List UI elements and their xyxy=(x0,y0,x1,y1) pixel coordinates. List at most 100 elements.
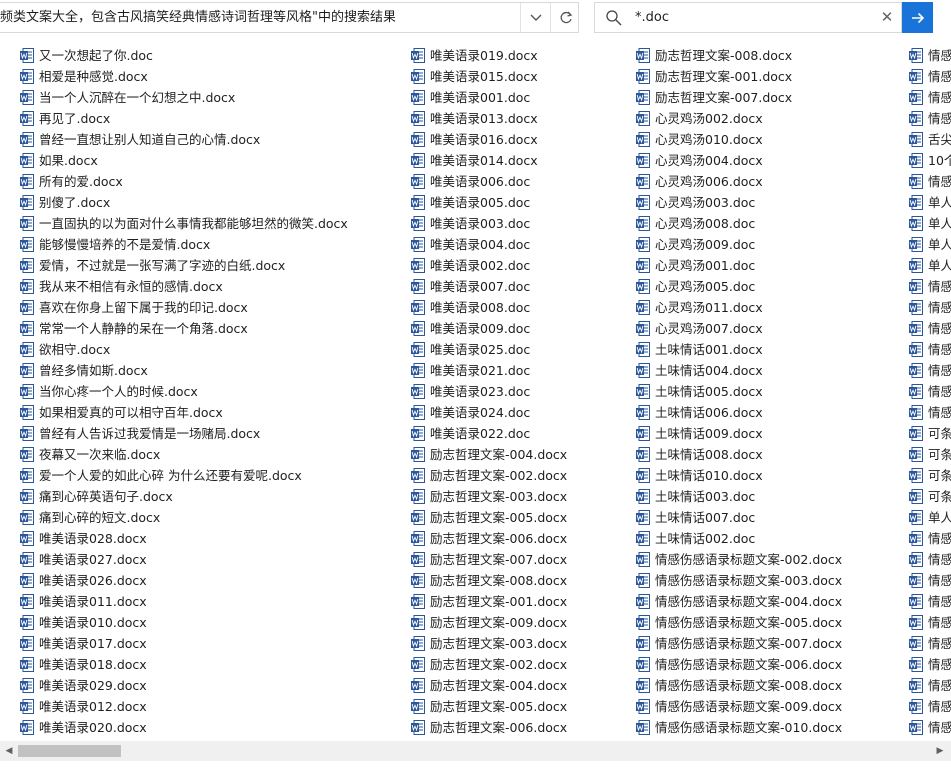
file-item[interactable]: 情感伤感语录标题文案-007.docx xyxy=(636,633,842,654)
file-item[interactable]: 土味情话006.docx xyxy=(636,402,842,423)
search-box[interactable]: ✕ xyxy=(594,2,902,33)
file-item[interactable]: 情感伤感语录标题文案-005.docx xyxy=(636,612,842,633)
file-item[interactable]: 心灵鸡汤003.doc xyxy=(636,192,842,213)
file-item[interactable]: 痛到心碎英语句子.docx xyxy=(20,486,348,507)
file-item[interactable]: 心灵鸡汤008.doc xyxy=(636,213,842,234)
file-item[interactable]: 舌尖 xyxy=(909,129,951,150)
file-item[interactable]: 情感 xyxy=(909,45,951,66)
file-item[interactable]: 心灵鸡汤007.docx xyxy=(636,318,842,339)
file-item[interactable]: 土味情话009.docx xyxy=(636,423,842,444)
file-item[interactable]: 唯美语录013.docx xyxy=(411,108,567,129)
file-item[interactable]: 唯美语录010.docx xyxy=(20,612,348,633)
file-item[interactable]: 唯美语录003.doc xyxy=(411,213,567,234)
file-item[interactable]: 唯美语录025.doc xyxy=(411,339,567,360)
file-item[interactable]: 别傻了.docx xyxy=(20,192,348,213)
file-item[interactable]: 励志哲理文案-004.docx xyxy=(411,675,567,696)
file-item[interactable]: 励志哲理文案-008.docx xyxy=(411,570,567,591)
file-item[interactable]: 情感 xyxy=(909,276,951,297)
file-item[interactable]: 唯美语录024.doc xyxy=(411,402,567,423)
file-item[interactable]: 唯美语录021.doc xyxy=(411,360,567,381)
file-item[interactable]: 励志哲理文案-001.docx xyxy=(636,66,842,87)
file-item[interactable]: 心灵鸡汤005.doc xyxy=(636,276,842,297)
address-path[interactable]: 频类文案大全，包含古风搞笑经典情感诗词哲理等风格"中的搜索结果 xyxy=(0,3,395,32)
scroll-left-button[interactable]: ◀ xyxy=(2,741,16,761)
file-item[interactable]: 励志哲理文案-001.docx xyxy=(411,591,567,612)
file-item[interactable]: 唯美语录009.doc xyxy=(411,318,567,339)
file-item[interactable]: 唯美语录008.doc xyxy=(411,297,567,318)
file-item[interactable]: 欲相守.docx xyxy=(20,339,348,360)
file-item[interactable]: 能够慢慢培养的不是爱情.docx xyxy=(20,234,348,255)
file-item[interactable]: 如果相爱真的可以相守百年.docx xyxy=(20,402,348,423)
file-item[interactable]: 唯美语录018.docx xyxy=(20,654,348,675)
file-item[interactable]: 励志哲理文案-004.docx xyxy=(411,444,567,465)
file-item[interactable]: 曾经一直想让别人知道自己的心情.docx xyxy=(20,129,348,150)
file-item[interactable]: 唯美语录022.doc xyxy=(411,423,567,444)
file-item[interactable]: 心灵鸡汤001.doc xyxy=(636,255,842,276)
file-item[interactable]: 情感 xyxy=(909,696,951,717)
file-item[interactable]: 励志哲理文案-007.docx xyxy=(636,87,842,108)
file-item[interactable]: 唯美语录023.doc xyxy=(411,381,567,402)
file-item[interactable]: 情感 xyxy=(909,633,951,654)
file-item[interactable]: 励志哲理文案-006.docx xyxy=(411,528,567,549)
file-item[interactable]: 唯美语录015.docx xyxy=(411,66,567,87)
file-item[interactable]: 再见了.docx xyxy=(20,108,348,129)
file-item[interactable]: 唯美语录016.docx xyxy=(411,129,567,150)
refresh-button[interactable] xyxy=(550,3,580,32)
file-item[interactable]: 情感 xyxy=(909,318,951,339)
file-item[interactable]: 励志哲理文案-007.docx xyxy=(411,549,567,570)
file-item[interactable]: 励志哲理文案-002.docx xyxy=(411,654,567,675)
file-item[interactable]: 情感伤感语录标题文案-008.docx xyxy=(636,675,842,696)
file-item[interactable]: 单人 xyxy=(909,213,951,234)
file-item[interactable]: 心灵鸡汤011.docx xyxy=(636,297,842,318)
file-item[interactable]: 唯美语录012.docx xyxy=(20,696,348,717)
file-item[interactable]: 唯美语录028.docx xyxy=(20,528,348,549)
file-item[interactable]: 单人 xyxy=(909,192,951,213)
file-item[interactable]: 10个 xyxy=(909,150,951,171)
file-item[interactable]: 情感 xyxy=(909,297,951,318)
file-item[interactable]: 励志哲理文案-005.docx xyxy=(411,696,567,717)
search-input[interactable] xyxy=(635,3,855,32)
file-item[interactable]: 唯美语录007.doc xyxy=(411,276,567,297)
file-item[interactable]: 励志哲理文案-008.docx xyxy=(636,45,842,66)
file-item[interactable]: 情感 xyxy=(909,360,951,381)
file-item[interactable]: 可条 xyxy=(909,444,951,465)
file-item[interactable]: 情感 xyxy=(909,612,951,633)
file-item[interactable]: 心灵鸡汤002.docx xyxy=(636,108,842,129)
file-item[interactable]: 情感 xyxy=(909,591,951,612)
file-item[interactable]: 爱一个人爱的如此心碎 为什么还要有爱呢.docx xyxy=(20,465,348,486)
file-item[interactable]: 情感 xyxy=(909,717,951,738)
file-item[interactable]: 唯美语录026.docx xyxy=(20,570,348,591)
file-item[interactable]: 单人 xyxy=(909,255,951,276)
file-item[interactable]: 爱情，不过就是一张写满了字迹的白纸.docx xyxy=(20,255,348,276)
file-item[interactable]: 唯美语录020.docx xyxy=(20,717,348,738)
address-bar[interactable]: 频类文案大全，包含古风搞笑经典情感诗词哲理等风格"中的搜索结果 › xyxy=(0,2,579,33)
file-item[interactable]: 情感伤感语录标题文案-002.docx xyxy=(636,549,842,570)
file-item[interactable]: 情感伤感语录标题文案-006.docx xyxy=(636,654,842,675)
file-item[interactable]: 夜幕又一次来临.docx xyxy=(20,444,348,465)
file-item[interactable]: 心灵鸡汤006.docx xyxy=(636,171,842,192)
file-item[interactable]: 土味情话010.docx xyxy=(636,465,842,486)
file-item[interactable]: 励志哲理文案-003.docx xyxy=(411,486,567,507)
file-item[interactable]: 可条 xyxy=(909,423,951,444)
file-item[interactable]: 唯美语录005.doc xyxy=(411,192,567,213)
file-item[interactable]: 喜欢在你身上留下属于我的印记.docx xyxy=(20,297,348,318)
file-item[interactable]: 情感 xyxy=(909,528,951,549)
file-item[interactable]: 常常一个人静静的呆在一个角落.docx xyxy=(20,318,348,339)
file-item[interactable]: 土味情话003.doc xyxy=(636,486,842,507)
file-item[interactable]: 情感伤感语录标题文案-003.docx xyxy=(636,570,842,591)
file-item[interactable]: 土味情话008.docx xyxy=(636,444,842,465)
file-item[interactable]: 情感 xyxy=(909,549,951,570)
file-item[interactable]: 励志哲理文案-006.docx xyxy=(411,717,567,738)
file-item[interactable]: 一直固执的以为面对什么事情我都能够坦然的微笑.docx xyxy=(20,213,348,234)
file-item[interactable]: 唯美语录019.docx xyxy=(411,45,567,66)
file-item[interactable]: 唯美语录027.docx xyxy=(20,549,348,570)
scrollbar-thumb[interactable] xyxy=(18,745,121,757)
file-item[interactable]: 曾经多情如斯.docx xyxy=(20,360,348,381)
file-item[interactable]: 励志哲理文案-002.docx xyxy=(411,465,567,486)
file-item[interactable]: 情感 xyxy=(909,171,951,192)
address-history-button[interactable] xyxy=(520,3,551,32)
file-item[interactable]: 情感 xyxy=(909,381,951,402)
file-item[interactable]: 又一次想起了你.doc xyxy=(20,45,348,66)
file-item[interactable]: 痛到心碎的短文.docx xyxy=(20,507,348,528)
file-item[interactable]: 情感伤感语录标题文案-010.docx xyxy=(636,717,842,738)
